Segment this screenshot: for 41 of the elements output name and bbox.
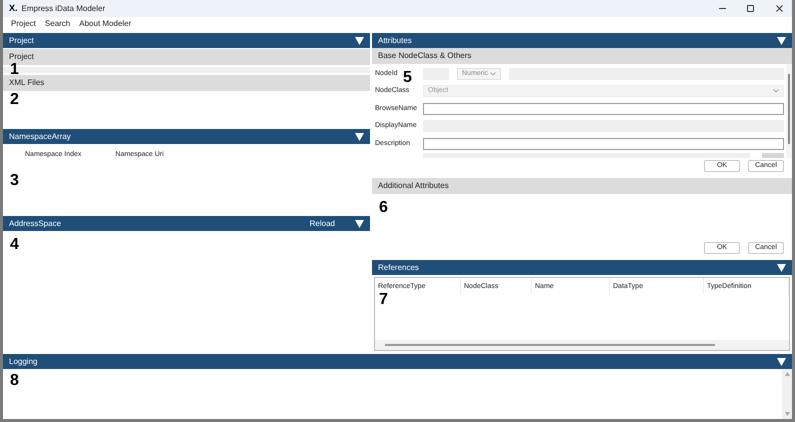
section-header: XML Files — [3, 75, 370, 91]
app-logo: X. — [9, 2, 18, 15]
panel-title: Attributes — [378, 34, 413, 46]
menu-item[interactable]: Search — [44, 18, 70, 30]
window-title: Empress iData Modeler — [22, 2, 106, 14]
chevron-icon — [773, 89, 779, 94]
callout-number: 2 — [10, 92, 19, 108]
panel-title: Project — [9, 34, 35, 46]
callout-number: 1 — [10, 62, 19, 78]
input-field[interactable] — [423, 138, 784, 150]
panel-title: Logging — [9, 356, 38, 368]
menu-item[interactable]: Project — [11, 18, 36, 30]
horizontal-scrollbar[interactable] — [375, 340, 789, 350]
menu-item[interactable]: About Modeler — [79, 18, 132, 30]
collapse-icon[interactable] — [355, 220, 364, 228]
scroll-down-icon[interactable] — [784, 412, 790, 416]
callout-number: 5 — [403, 70, 412, 86]
scrollbar[interactable] — [782, 369, 792, 419]
panel-title: NamespaceArray — [9, 130, 72, 142]
callout-number: 3 — [10, 173, 19, 189]
section-header: Base NodeClass & Others — [372, 48, 792, 64]
collapse-icon[interactable] — [355, 132, 364, 140]
reload-button[interactable]: Reload — [310, 218, 335, 230]
panel-title: References — [378, 262, 420, 274]
collapse-icon[interactable] — [777, 358, 786, 366]
scroll-up-icon[interactable] — [784, 372, 790, 376]
panel-title: AddressSpace — [9, 218, 62, 230]
collapse-icon[interactable] — [777, 264, 786, 272]
callout-number: 6 — [379, 200, 388, 216]
minimize-icon[interactable] — [718, 8, 726, 9]
section-header: Additional Attributes — [372, 178, 792, 194]
callout-number: 4 — [10, 237, 19, 253]
callout-number: 8 — [10, 373, 19, 389]
collapse-icon[interactable] — [355, 36, 364, 44]
input-field[interactable] — [423, 102, 784, 115]
close-icon[interactable] — [776, 5, 782, 12]
scrollbar[interactable] — [786, 64, 792, 158]
maximize-icon[interactable] — [746, 5, 754, 12]
chevron-icon — [490, 72, 496, 76]
callout-number: 7 — [379, 292, 388, 308]
collapse-icon[interactable] — [777, 36, 786, 44]
